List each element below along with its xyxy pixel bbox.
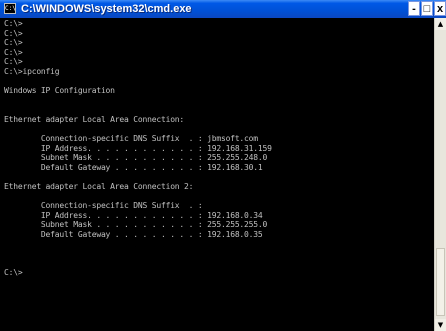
console-line: Default Gateway . . . . . . . . . : 192.…	[4, 230, 263, 240]
close-button[interactable]: x	[434, 1, 446, 16]
window-controls: - □ x	[407, 1, 446, 17]
console-line: Default Gateway . . . . . . . . . : 192.…	[4, 162, 263, 172]
console-line: Subnet Mask . . . . . . . . . . . : 255.…	[4, 153, 268, 163]
console-line: Ethernet adapter Local Area Connection:	[4, 114, 185, 124]
console-line: Ethernet adapter Local Area Connection 2…	[4, 182, 194, 192]
cmd-window: C:\ C:\WINDOWS\system32\cmd.exe - □ x C:…	[0, 0, 446, 331]
cmd-icon[interactable]: C:\	[4, 3, 16, 14]
scrollbar-thumb[interactable]	[436, 248, 445, 316]
window-title: C:\WINDOWS\system32\cmd.exe	[21, 3, 192, 15]
console-line: Subnet Mask . . . . . . . . . . . : 255.…	[4, 220, 268, 230]
console-line: C:\>	[4, 47, 23, 57]
arrow-up-icon[interactable]: ▲	[435, 18, 446, 30]
maximize-button[interactable]: □	[421, 1, 433, 16]
console-line: C:\>	[4, 28, 23, 38]
title-bar[interactable]: C:\ C:\WINDOWS\system32\cmd.exe - □ x	[0, 0, 446, 18]
vertical-scrollbar[interactable]: ▲ ▼	[434, 18, 446, 331]
console-line: Connection-specific DNS Suffix . : jbmso…	[4, 134, 258, 144]
console-line: C:\>	[4, 268, 23, 278]
console-line: C:\>ipconfig	[4, 66, 60, 76]
console-line: C:\>	[4, 57, 23, 67]
console-line: IP Address. . . . . . . . . . . . : 192.…	[4, 143, 272, 153]
console-line: C:\>	[4, 19, 23, 28]
arrow-down-icon[interactable]: ▼	[435, 319, 446, 331]
console-line: IP Address. . . . . . . . . . . . : 192.…	[4, 210, 263, 220]
minimize-button[interactable]: -	[408, 1, 420, 16]
console-line: Windows IP Configuration	[4, 86, 115, 96]
console-output[interactable]: C:\> C:\> C:\> C:\> C:\> C:\>ipconfig Windows …	[4, 19, 430, 331]
console-line: Connection-specific DNS Suffix . :	[4, 201, 203, 211]
console-line: C:\>	[4, 38, 23, 48]
